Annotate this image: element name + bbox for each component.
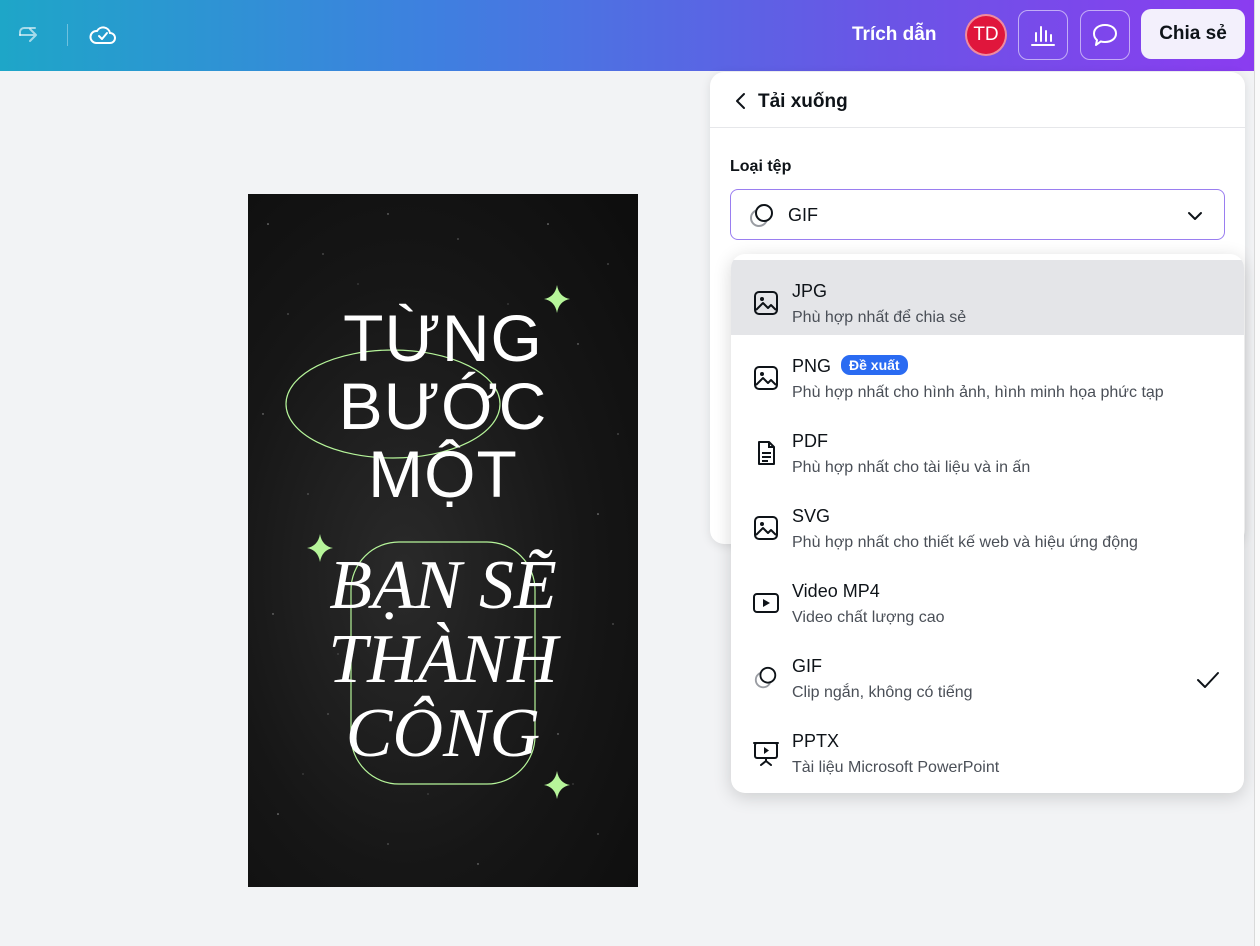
option-title: PDF <box>792 431 828 451</box>
panel-title: Tải xuống <box>758 91 848 112</box>
option-pdf[interactable]: PDF Phù hợp nhất cho tài liệu và in ấn <box>731 410 1244 485</box>
recommended-badge: Đề xuất <box>841 355 908 375</box>
option-title: PPTX <box>792 731 840 751</box>
headline-line: BƯỚC <box>338 369 548 443</box>
option-title: PNG Đề xuất <box>792 355 908 377</box>
avatar[interactable]: TD <box>965 14 1007 56</box>
sparkle-icon <box>544 771 570 799</box>
design-canvas[interactable]: TỪNG BƯỚC MỘT BẠN SẼ THÀNH CÔNG <box>248 194 638 887</box>
design-headline: TỪNG BƯỚC MỘT <box>248 304 638 508</box>
presentation-icon <box>753 742 779 766</box>
file-type-dropdown: JPG Phù hợp nhất để chia sẻ PNG Đề xuất P… <box>731 254 1244 793</box>
option-pptx[interactable]: PPTX Tài liệu Microsoft PowerPoint <box>731 710 1244 785</box>
gif-icon <box>754 666 777 689</box>
option-gif[interactable]: GIF Clip ngắn, không có tiếng <box>731 635 1244 710</box>
option-title-text: PNG <box>792 356 832 376</box>
video-icon <box>753 593 779 613</box>
subheadline-line: CÔNG <box>345 695 541 772</box>
option-png[interactable]: PNG Đề xuất Phù hợp nhất cho hình ảnh, hì… <box>731 335 1244 410</box>
back-button[interactable] <box>733 91 749 111</box>
headline-line: TỪNG <box>343 301 543 375</box>
chevron-left-icon <box>736 93 745 109</box>
option-title: Video MP4 <box>792 581 880 601</box>
top-toolbar: Trích dẫn TD Chia sẻ <box>0 0 1260 71</box>
option-jpg[interactable]: JPG Phù hợp nhất để chia sẻ <box>731 260 1244 335</box>
option-description: Clip ngắn, không có tiếng <box>792 684 973 701</box>
document-icon <box>758 441 775 465</box>
redo-icon[interactable] <box>15 20 45 50</box>
image-icon <box>754 366 778 390</box>
insights-button[interactable] <box>1018 10 1068 60</box>
option-title: GIF <box>792 656 822 676</box>
design-subheadline: BẠN SẼ THÀNH CÔNG <box>248 549 638 771</box>
file-type-select[interactable]: GIF <box>730 189 1225 240</box>
option-description: Phù hợp nhất để chia sẻ <box>792 309 967 326</box>
gif-icon <box>750 204 773 227</box>
chevron-down-icon <box>1188 212 1202 220</box>
headline-line: MỘT <box>368 437 518 511</box>
panel-header: Tải xuống <box>710 72 1245 128</box>
option-description: Video chất lượng cao <box>792 609 945 626</box>
file-type-label: Loại tệp <box>730 158 792 175</box>
option-description: Phù hợp nhất cho tài liệu và in ấn <box>792 459 1031 476</box>
starfield-background <box>262 213 619 865</box>
image-icon <box>754 291 778 315</box>
subheadline-line: THÀNH <box>328 621 558 698</box>
option-description: Phù hợp nhất cho thiết kế web và hiệu ứn… <box>792 534 1138 551</box>
option-description: Tài liệu Microsoft PowerPoint <box>792 759 1000 776</box>
comments-button[interactable] <box>1080 10 1130 60</box>
option-title: JPG <box>792 281 828 301</box>
share-button[interactable]: Chia sẻ <box>1141 9 1245 59</box>
option-svg[interactable]: SVG Phù hợp nhất cho thiết kế web và hiệ… <box>731 485 1244 560</box>
cloud-check-icon[interactable] <box>88 20 118 50</box>
subheadline-line: BẠN SẼ <box>329 547 557 624</box>
option-mp4[interactable]: Video MP4 Video chất lượng cao <box>731 560 1244 635</box>
image-icon <box>754 516 778 540</box>
comment-icon <box>1093 24 1117 46</box>
window-edge <box>1254 0 1260 946</box>
quote-button[interactable]: Trích dẫn <box>852 24 936 46</box>
option-description: Phù hợp nhất cho hình ảnh, hình minh họa… <box>792 384 1164 401</box>
file-type-value: GIF <box>788 205 818 225</box>
option-title: SVG <box>792 506 831 526</box>
checkmark-icon <box>1197 672 1219 688</box>
toolbar-divider <box>67 24 68 46</box>
bar-chart-icon <box>1031 26 1055 46</box>
